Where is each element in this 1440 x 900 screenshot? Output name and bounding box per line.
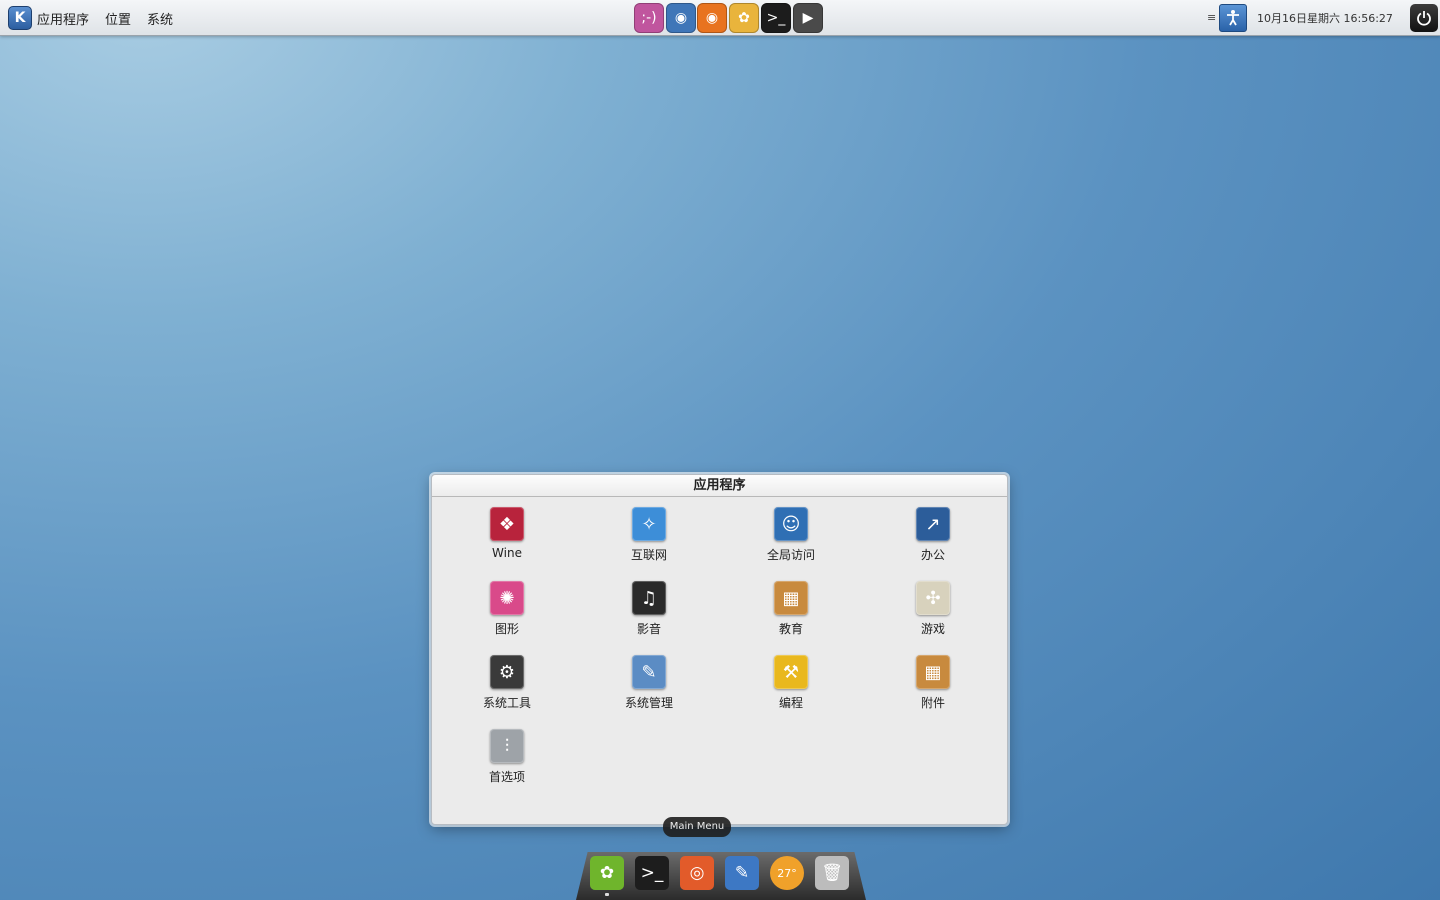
accessories-icon: ▦ xyxy=(916,655,950,689)
main-menu-tooltip: Main Menu xyxy=(663,817,731,837)
ubuntu-icon[interactable]: ◎ xyxy=(680,856,714,890)
app-category-label: 附件 xyxy=(920,696,945,710)
app-category-label: 互联网 xyxy=(630,548,667,562)
menu-places[interactable]: 位置 xyxy=(105,0,131,36)
desktop-icon[interactable]: ✎ xyxy=(725,856,759,890)
trash-icon[interactable]: 🗑 xyxy=(815,856,849,890)
menu-system[interactable]: 系统 xyxy=(147,0,173,36)
app-category-item[interactable]: ⫶ 首选项 xyxy=(436,729,578,803)
browser-icon[interactable]: ◉ xyxy=(666,3,696,33)
programming-icon: ⚒ xyxy=(774,655,808,689)
games-icon: ✣ xyxy=(916,581,950,615)
system-tools-icon: ⚙ xyxy=(490,655,524,689)
app-category-label: 系统管理 xyxy=(624,696,673,710)
accessibility-icon: ☺ xyxy=(774,507,808,541)
graphics-icon: ✺ xyxy=(490,581,524,615)
accessibility-panel-icon[interactable] xyxy=(1219,4,1247,32)
app-category-label: 系统工具 xyxy=(482,696,531,710)
kde-logo-icon[interactable]: K xyxy=(8,6,32,30)
weather-icon[interactable]: 27° xyxy=(770,856,804,890)
app-category-item[interactable]: ↗ 办公 xyxy=(862,507,1004,581)
top-panel: K 应用程序 位置 系统 ;-) ◉ ◉ ✿ >_ ▶ ≡ 10月16日星期六 16:56… xyxy=(0,0,1440,36)
clock[interactable]: 10月16日星期六 16:56:27 xyxy=(1257,10,1393,26)
app-category-item[interactable]: ✧ 互联网 xyxy=(578,507,720,581)
wine-icon: ❖ xyxy=(490,507,524,541)
app-category-label: Wine xyxy=(492,546,522,560)
app-category-item[interactable]: ❖ Wine xyxy=(436,507,578,581)
app-category-label: 全局访问 xyxy=(766,548,815,562)
applications-window: 应用程序 ❖ Wine ✧ 互联网 ☺ 全局访问 ↗ 办公 ✺ 图形 ♫ 影音 ▦ 教育 ✣ 游戏 ⚙ 系统工具 ✎… xyxy=(431,474,1008,825)
app-category-label: 教育 xyxy=(778,622,803,636)
eye-icon[interactable]: ◉ xyxy=(697,3,727,33)
app-category-label: 办公 xyxy=(920,548,945,562)
multimedia-icon: ♫ xyxy=(632,581,666,615)
app-category-label: 影音 xyxy=(636,622,661,636)
app-category-label: 首选项 xyxy=(488,770,525,784)
app-category-label: 游戏 xyxy=(920,622,945,636)
office-icon: ↗ xyxy=(916,507,950,541)
menu-applications[interactable]: 应用程序 xyxy=(37,0,89,36)
app-category-label: 编程 xyxy=(778,696,803,710)
app-category-item[interactable]: ✎ 系统管理 xyxy=(578,655,720,729)
app-category-item[interactable]: ▦ 附件 xyxy=(862,655,1004,729)
terminal-dock-icon[interactable]: >_ xyxy=(635,856,669,890)
education-icon: ▦ xyxy=(774,581,808,615)
app-category-item[interactable]: ⚙ 系统工具 xyxy=(436,655,578,729)
app-category-item[interactable]: ⚒ 编程 xyxy=(720,655,862,729)
applications-grid: ❖ Wine ✧ 互联网 ☺ 全局访问 ↗ 办公 ✺ 图形 ♫ 影音 ▦ 教育 ✣ 游戏 ⚙ 系统工具 ✎ 系统管理 ⚒… xyxy=(436,507,1004,803)
media-player-icon[interactable]: ▶ xyxy=(793,3,823,33)
app-category-item[interactable]: ✺ 图形 xyxy=(436,581,578,655)
paint-icon[interactable]: ✿ xyxy=(729,3,759,33)
app-category-item[interactable]: ✣ 游戏 xyxy=(862,581,1004,655)
dock-running-indicator xyxy=(605,893,609,896)
app-category-label: 图形 xyxy=(494,622,519,636)
power-icon[interactable] xyxy=(1410,4,1438,32)
window-title: 应用程序 xyxy=(432,475,1007,497)
app-category-item[interactable]: ▦ 教育 xyxy=(720,581,862,655)
chat-icon[interactable]: ;-) xyxy=(634,3,664,33)
app-category-item[interactable]: ♫ 影音 xyxy=(578,581,720,655)
internet-icon: ✧ xyxy=(632,507,666,541)
panel-menu-icon[interactable]: ≡ xyxy=(1207,11,1216,24)
main-menu-icon[interactable]: ✿ xyxy=(590,856,624,890)
preferences-icon: ⫶ xyxy=(490,729,524,763)
terminal-icon[interactable]: >_ xyxy=(761,3,791,33)
app-category-item[interactable]: ☺ 全局访问 xyxy=(720,507,862,581)
administration-icon: ✎ xyxy=(632,655,666,689)
